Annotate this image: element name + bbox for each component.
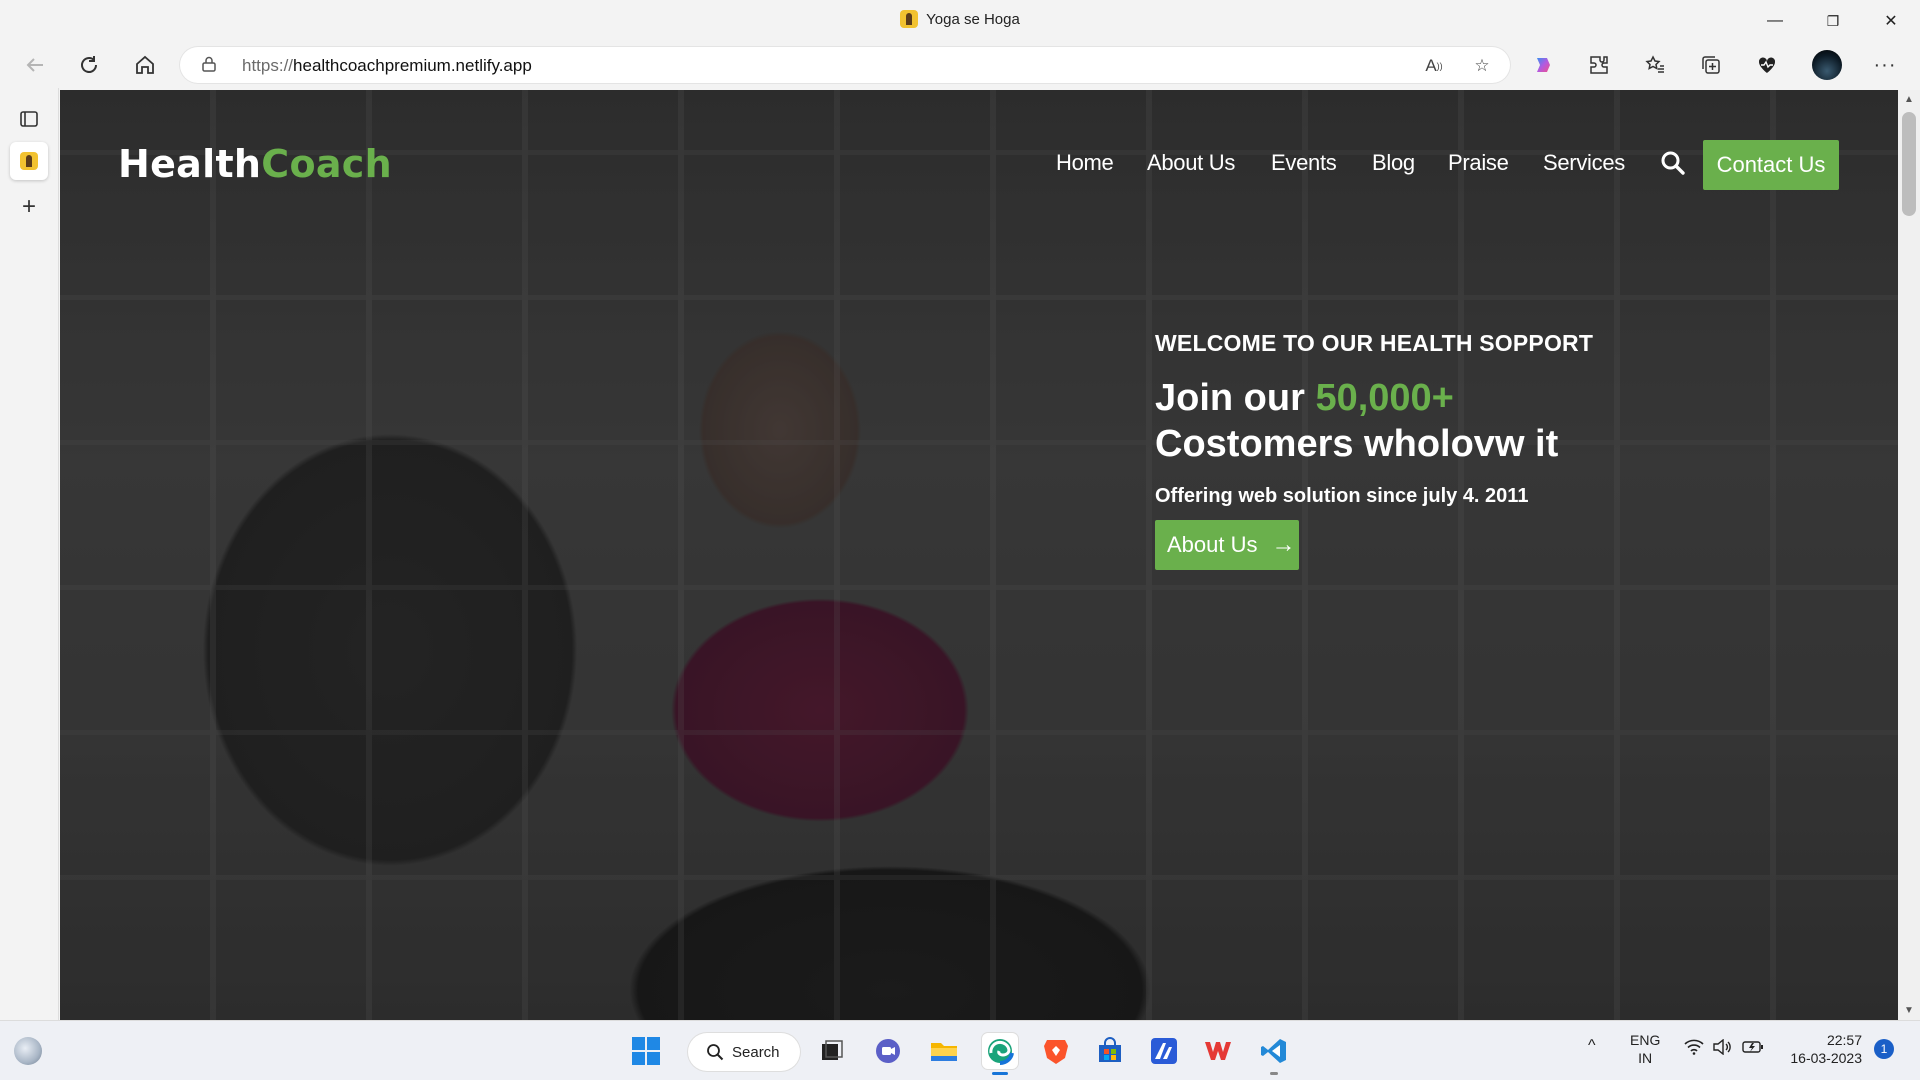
volume-icon[interactable] bbox=[1712, 1038, 1732, 1059]
site-favicon-icon bbox=[900, 10, 919, 28]
scrollbar-thumb[interactable] bbox=[1902, 112, 1916, 216]
hero-subtitle: WELCOME TO OUR HEALTH SOPPORT bbox=[1155, 330, 1594, 356]
page-scrollbar[interactable]: ▲ ▼ bbox=[1898, 90, 1920, 1020]
clock[interactable]: 22:57 16-03-2023 bbox=[1778, 1031, 1862, 1067]
active-tab-favicon-icon[interactable] bbox=[10, 142, 48, 180]
nav-services[interactable]: Services bbox=[1543, 150, 1625, 176]
copilot-icon[interactable] bbox=[1528, 50, 1558, 80]
microsoft-store-icon[interactable] bbox=[1092, 1033, 1128, 1069]
show-hidden-icons-icon[interactable]: ^ bbox=[1588, 1037, 1596, 1055]
window-titlebar: Yoga se Hoga — ❐ ✕ bbox=[0, 0, 1920, 42]
language-indicator[interactable]: ENG IN bbox=[1630, 1031, 1660, 1067]
profile-avatar[interactable] bbox=[1812, 50, 1842, 80]
search-icon bbox=[707, 1044, 724, 1061]
collections-icon[interactable] bbox=[1696, 50, 1726, 80]
scroll-down-icon[interactable]: ▼ bbox=[1904, 1005, 1914, 1016]
address-bar[interactable]: https://healthcoachpremium.netlify.app A… bbox=[180, 47, 1510, 83]
home-icon[interactable] bbox=[130, 50, 160, 80]
hero-title: Join our 50,000+ Costomers wholovw it bbox=[1155, 377, 1559, 465]
arrow-right-icon: → bbox=[1271, 531, 1296, 558]
new-tab-icon[interactable]: + bbox=[10, 188, 48, 226]
taskbar-search[interactable]: Search bbox=[688, 1033, 800, 1071]
browser-sidebar: + bbox=[0, 88, 59, 1020]
nav-about-us[interactable]: About Us bbox=[1147, 150, 1235, 176]
file-explorer-icon[interactable] bbox=[926, 1033, 962, 1069]
wps-office-icon[interactable] bbox=[1200, 1033, 1236, 1069]
refresh-icon[interactable] bbox=[74, 50, 104, 80]
hero-tagline: Offering web solution since july 4. 2011 bbox=[1155, 485, 1529, 507]
weather-widget-icon[interactable] bbox=[10, 1033, 46, 1069]
more-icon[interactable]: ··· bbox=[1870, 50, 1900, 80]
extensions-icon[interactable] bbox=[1584, 50, 1614, 80]
vscode-icon[interactable] bbox=[1256, 1033, 1292, 1075]
nav-praise[interactable]: Praise bbox=[1448, 150, 1509, 176]
contact-us-button[interactable]: Contact Us bbox=[1703, 140, 1839, 190]
window-title: Yoga se Hoga bbox=[0, 10, 1920, 28]
url-text[interactable]: https://healthcoachpremium.netlify.app bbox=[242, 56, 532, 76]
site-logo[interactable]: HealthCoach bbox=[118, 142, 392, 186]
scroll-up-icon[interactable]: ▲ bbox=[1904, 94, 1914, 105]
favorites-icon[interactable] bbox=[1640, 50, 1670, 80]
browser-essentials-icon[interactable] bbox=[1752, 50, 1782, 80]
read-aloud-icon[interactable]: A)) bbox=[1422, 54, 1446, 78]
task-view-icon[interactable] bbox=[814, 1033, 850, 1069]
edge-browser-icon[interactable] bbox=[982, 1033, 1018, 1075]
windows-taskbar: Search ^ ENG IN 22:57 16-03-2023 1 bbox=[0, 1020, 1920, 1080]
hero-section: HealthCoach Home About Us Events Blog Pr… bbox=[60, 90, 1898, 1020]
teams-chat-icon[interactable] bbox=[870, 1033, 906, 1069]
notification-badge[interactable]: 1 bbox=[1874, 1039, 1894, 1059]
close-button[interactable]: ✕ bbox=[1868, 6, 1914, 36]
nav-blog[interactable]: Blog bbox=[1372, 150, 1415, 176]
wifi-icon[interactable] bbox=[1684, 1039, 1704, 1059]
minimize-button[interactable]: — bbox=[1752, 6, 1798, 36]
brave-browser-icon[interactable] bbox=[1038, 1033, 1074, 1069]
start-icon[interactable] bbox=[628, 1033, 664, 1069]
active-app-indicator bbox=[992, 1072, 1008, 1075]
running-app-indicator bbox=[1270, 1072, 1278, 1075]
about-us-button[interactable]: About Us → bbox=[1155, 520, 1299, 570]
restore-button[interactable]: ❐ bbox=[1810, 6, 1856, 36]
nav-events[interactable]: Events bbox=[1271, 150, 1337, 176]
search-icon[interactable] bbox=[1660, 150, 1686, 176]
browser-toolbar: https://healthcoachpremium.netlify.app A… bbox=[0, 42, 1920, 88]
nav-home[interactable]: Home bbox=[1056, 150, 1114, 176]
add-favorite-icon[interactable]: ☆ bbox=[1470, 54, 1494, 78]
lock-icon[interactable] bbox=[202, 56, 216, 72]
hero-overlay bbox=[60, 90, 1898, 1020]
ai-app-icon[interactable] bbox=[1146, 1033, 1182, 1069]
tab-actions-icon[interactable] bbox=[10, 100, 48, 138]
battery-icon[interactable] bbox=[1742, 1039, 1764, 1059]
back-icon[interactable] bbox=[20, 50, 50, 80]
